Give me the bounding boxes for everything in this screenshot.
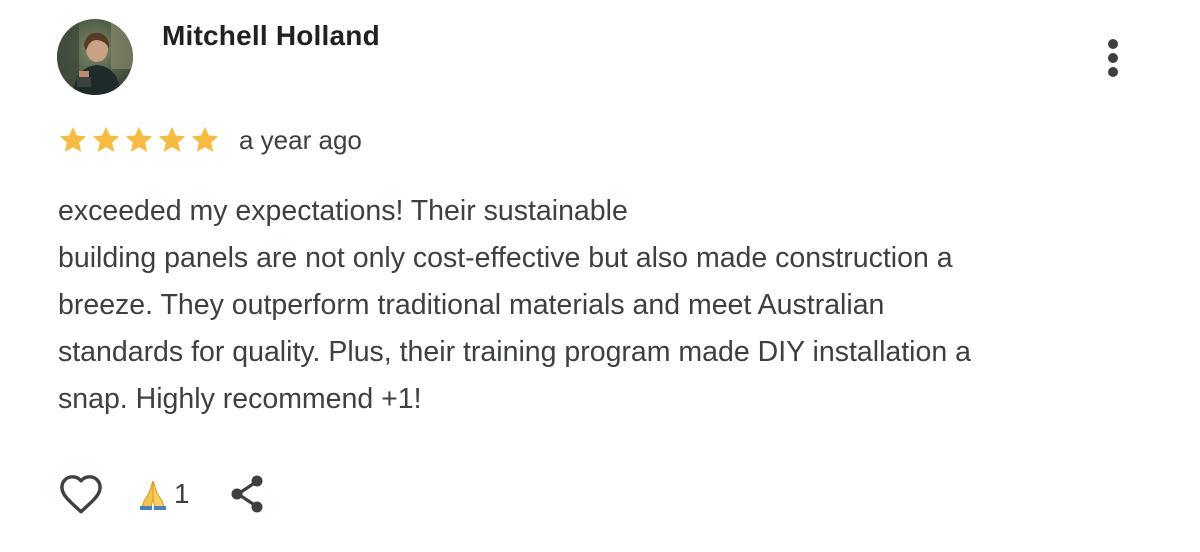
more-vert-icon-dot-middle (1108, 53, 1118, 63)
review-text-line: building panels are not only cost-effect… (58, 242, 953, 274)
heart-outline-icon (60, 475, 102, 514)
review-actions: 1 (58, 470, 268, 518)
avatar-photo (57, 19, 133, 95)
star-icon (59, 126, 87, 152)
more-vert-icon-dot-top (1108, 39, 1118, 49)
review-text-line: exceeded my expectations! Their sustaina… (58, 195, 628, 227)
more-vert-icon-dot-bottom (1108, 67, 1118, 77)
star-icon (158, 126, 186, 152)
review-text-line: snap. Highly recommend +1! (58, 383, 422, 415)
reaction-button[interactable]: 1 (136, 477, 190, 511)
folded-hands-icon (140, 480, 166, 510)
like-button[interactable] (58, 471, 104, 517)
more-options-button[interactable] (1098, 36, 1128, 80)
review-text-line: breeze. They outperform traditional mate… (58, 289, 885, 321)
review-card: Mitchell Holland a year ago exceeded my … (0, 0, 1200, 552)
reaction-count: 1 (174, 478, 190, 509)
review-text-line: standards for quality. Plus, their train… (58, 336, 971, 368)
star-icon (125, 126, 153, 152)
share-button[interactable] (226, 471, 268, 517)
share-icon (231, 475, 263, 513)
rating-row: a year ago (57, 120, 362, 160)
review-text: exceeded my expectations! Their sustaina… (58, 188, 1158, 423)
reviewer-name[interactable]: Mitchell Holland (162, 20, 380, 52)
star-icon (92, 126, 120, 152)
star-rating (57, 124, 221, 156)
review-timestamp: a year ago (239, 124, 362, 155)
star-icon (191, 126, 219, 152)
reviewer-avatar[interactable] (57, 19, 133, 95)
